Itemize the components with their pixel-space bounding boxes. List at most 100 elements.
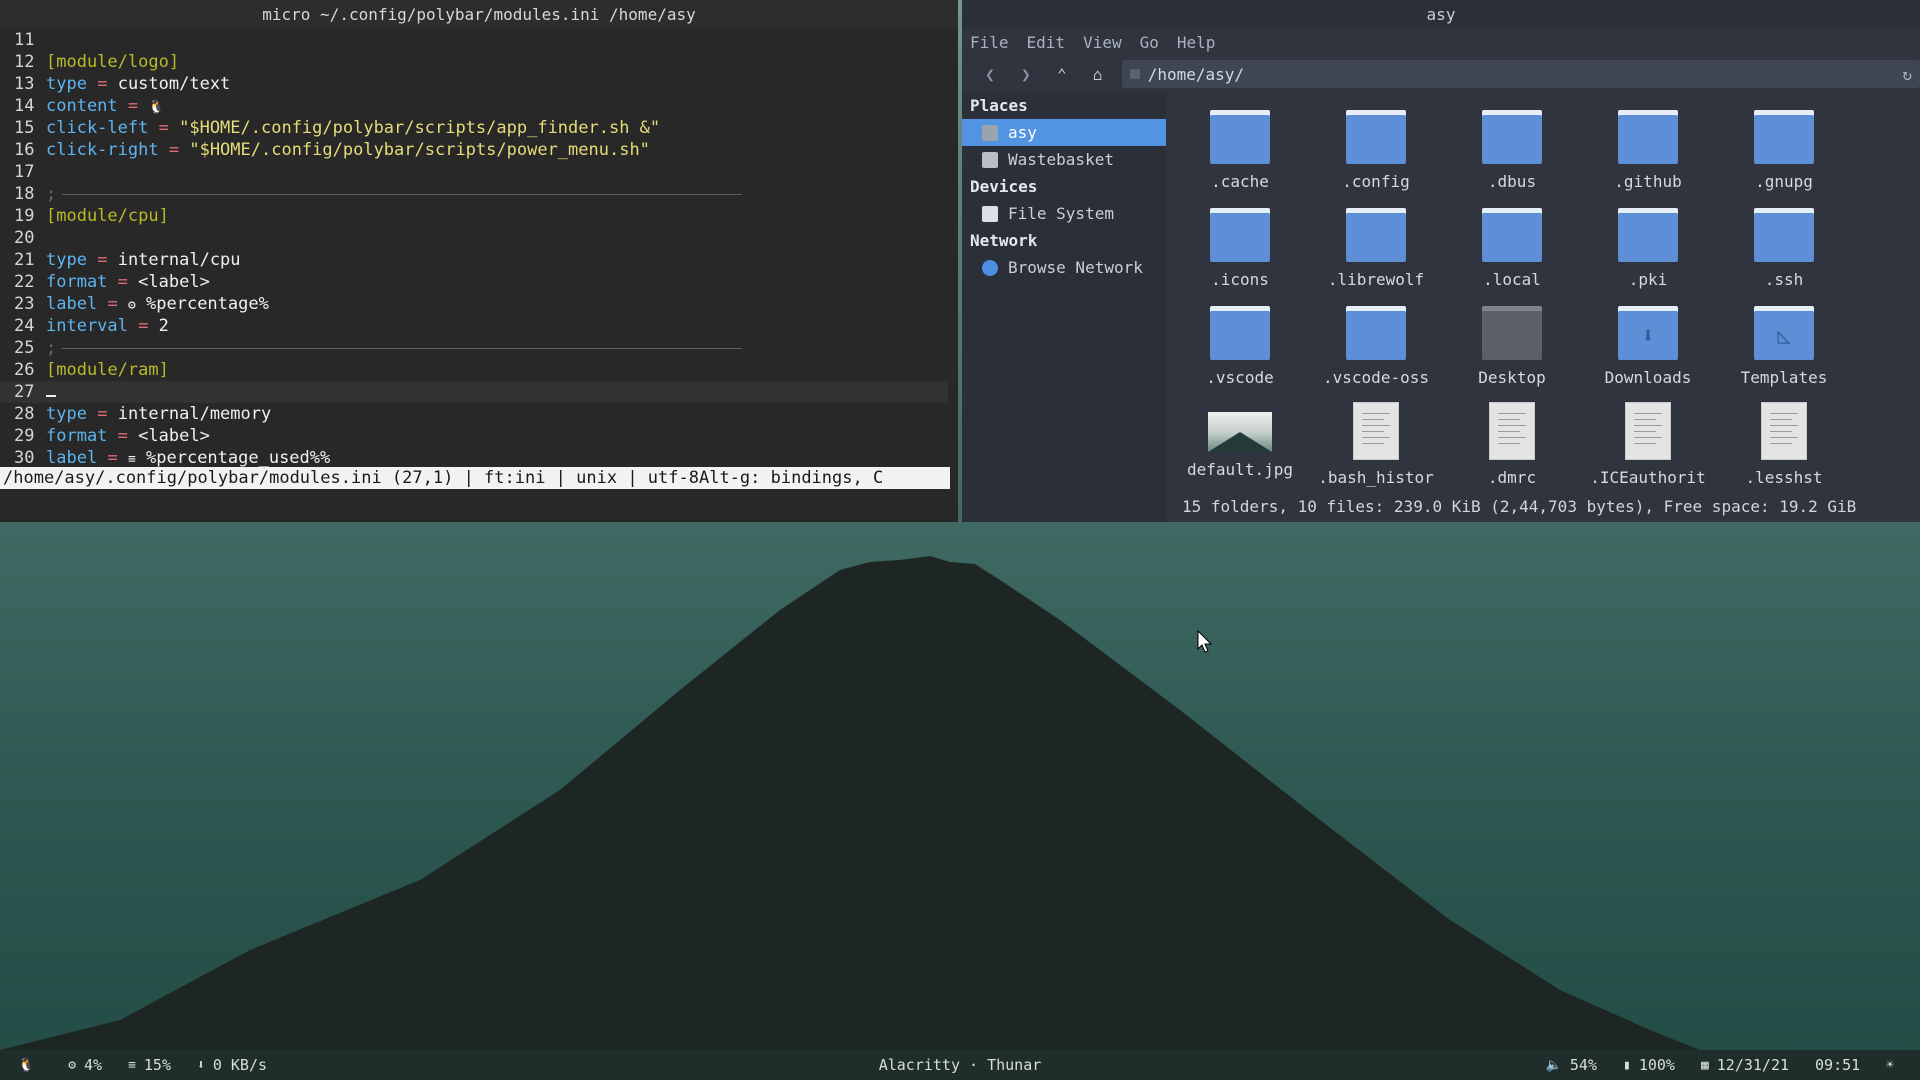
tux-icon: 🐧: [18, 1057, 35, 1073]
text-file-icon: [1489, 402, 1535, 460]
text-line: [1634, 419, 1656, 420]
file-item[interactable]: ◺ Templates: [1716, 300, 1852, 392]
up-icon[interactable]: ⌃: [1044, 59, 1080, 89]
menu-bar: File Edit View Go Help: [962, 29, 1920, 56]
file-item[interactable]: .dmrc: [1444, 398, 1580, 490]
code-line[interactable]: 25;: [0, 337, 958, 359]
line-number: 29: [14, 426, 35, 446]
line-number: 12: [14, 52, 35, 72]
bar-module-tux[interactable]: 🐧: [18, 1058, 42, 1073]
menu-go[interactable]: Go: [1140, 33, 1159, 52]
code-line[interactable]: 30 label = ≡ %percentage_used%%: [0, 447, 958, 469]
text-line: [1498, 413, 1526, 414]
sidebar-item-label: Browse Network: [1008, 258, 1143, 277]
folder-body: [1210, 311, 1270, 360]
equals-sign: =: [107, 448, 118, 468]
file-item[interactable]: .cache: [1172, 104, 1308, 196]
file-name: .gnupg: [1755, 172, 1813, 191]
file-item[interactable]: .icons: [1172, 202, 1308, 294]
code-line[interactable]: 24 interval = 2: [0, 315, 958, 337]
menu-edit[interactable]: Edit: [1027, 33, 1066, 52]
location-bar[interactable]: /home/asy/ ↻: [1121, 60, 1920, 88]
file-item[interactable]: .dbus: [1444, 104, 1580, 196]
file-name: .dmrc: [1487, 468, 1537, 487]
file-item[interactable]: .config: [1308, 104, 1444, 196]
menu-file[interactable]: File: [970, 33, 1009, 52]
bar-module-brightness[interactable]: ☀: [1886, 1058, 1902, 1073]
bar-module-battery[interactable]: ▮ 100%: [1623, 1056, 1675, 1074]
file-name: .cache: [1211, 172, 1269, 191]
window-list[interactable]: Alacritty · Thunar: [879, 1056, 1042, 1074]
file-item[interactable]: default.jpg: [1172, 398, 1308, 490]
code-line[interactable]: 23 label = ⚙ %percentage%: [0, 293, 958, 315]
bar-module-calendar[interactable]: ▦ 12/31/21: [1701, 1056, 1789, 1074]
code-line[interactable]: 26 [module/ram]: [0, 359, 958, 381]
code-line[interactable]: 17: [0, 161, 958, 183]
config-value: custom/text: [117, 74, 231, 94]
bar-module-time[interactable]: 09:51: [1815, 1056, 1860, 1074]
file-item[interactable]: Desktop: [1444, 300, 1580, 392]
file-item[interactable]: .local: [1444, 202, 1580, 294]
text-line: [1362, 413, 1390, 414]
bar-module-download[interactable]: ⬇ 0 KB/s: [197, 1056, 267, 1074]
line-number: 23: [14, 294, 35, 314]
sidebar-item-wastebasket[interactable]: Wastebasket: [962, 146, 1166, 173]
back-icon[interactable]: ❮: [972, 59, 1008, 89]
bar-module-memory[interactable]: ≡ 15%: [128, 1056, 171, 1074]
folder-body: [1754, 115, 1814, 164]
file-item[interactable]: .pki: [1580, 202, 1716, 294]
file-name: .local: [1483, 270, 1541, 289]
file-item[interactable]: .github: [1580, 104, 1716, 196]
image-thumbnail: [1208, 412, 1272, 452]
code-line[interactable]: 13 type = custom/text: [0, 73, 958, 95]
text-line: [1498, 419, 1520, 420]
menu-help[interactable]: Help: [1177, 33, 1216, 52]
menu-view[interactable]: View: [1083, 33, 1122, 52]
sidebar-item-label: asy: [1008, 123, 1037, 142]
file-item[interactable]: .ssh: [1716, 202, 1852, 294]
reload-icon[interactable]: ↻: [1902, 65, 1912, 84]
code-line[interactable]: 19 [module/cpu]: [0, 205, 958, 227]
file-item[interactable]: .bash_histor: [1308, 398, 1444, 490]
code-area[interactable]: 11 12 [module/logo] 13 type = custom/text 14 c…: [0, 29, 958, 469]
code-line[interactable]: 20: [0, 227, 958, 249]
code-line[interactable]: 16 click-right = "$HOME/.config/polybar/s…: [0, 139, 958, 161]
home-icon: [982, 124, 998, 141]
file-item[interactable]: .vscode: [1172, 300, 1308, 392]
code-line[interactable]: 22 format = <label>: [0, 271, 958, 293]
text-line: [1770, 443, 1792, 444]
file-name: .icons: [1211, 270, 1269, 289]
bar-module-volume[interactable]: 🔈 54%: [1546, 1056, 1597, 1074]
file-item[interactable]: .vscode-oss: [1308, 300, 1444, 392]
text-line: [1634, 413, 1662, 414]
code-line[interactable]: 28 type = internal/memory: [0, 403, 958, 425]
file-name: Downloads: [1604, 368, 1692, 387]
sidebar-item-asy[interactable]: asy: [962, 119, 1166, 146]
file-name: .lesshst: [1745, 468, 1823, 487]
file-name: .github: [1614, 172, 1682, 191]
file-item[interactable]: .librewolf: [1308, 202, 1444, 294]
bar-module-cpu[interactable]: ⚙ 4%: [68, 1056, 102, 1074]
code-line[interactable]: 18;: [0, 183, 958, 205]
editor-window[interactable]: micro ~/.config/polybar/modules.ini /hom…: [0, 0, 958, 522]
code-line[interactable]: 14 content = 🐧: [0, 95, 958, 117]
code-line[interactable]: 15 click-left = "$HOME/.config/polybar/sc…: [0, 117, 958, 139]
text-line: [1498, 431, 1520, 432]
code-line[interactable]: 21 type = internal/cpu: [0, 249, 958, 271]
file-item[interactable]: .ICEauthorit: [1580, 398, 1716, 490]
file-item[interactable]: .lesshst: [1716, 398, 1852, 490]
sidebar-item-browse-network[interactable]: Browse Network: [962, 254, 1166, 281]
file-item[interactable]: .gnupg: [1716, 104, 1852, 196]
folder-icon: [1210, 306, 1270, 360]
file-item[interactable]: ⬇ Downloads: [1580, 300, 1716, 392]
code-line[interactable]: 11: [0, 29, 958, 51]
file-manager-window[interactable]: asy File Edit View Go Help ❮ ❯ ⌃ ⌂ /home/asy…: [962, 0, 1920, 522]
download-icon: ⬇: [197, 1057, 205, 1073]
sidebar-item-file-system[interactable]: File System: [962, 200, 1166, 227]
code-line[interactable]: 27: [0, 381, 948, 403]
home-icon[interactable]: ⌂: [1080, 59, 1116, 89]
text-line: [1498, 437, 1526, 438]
code-line[interactable]: 29 format = <label>: [0, 425, 958, 447]
forward-icon[interactable]: ❯: [1008, 59, 1044, 89]
code-line[interactable]: 12 [module/logo]: [0, 51, 958, 73]
